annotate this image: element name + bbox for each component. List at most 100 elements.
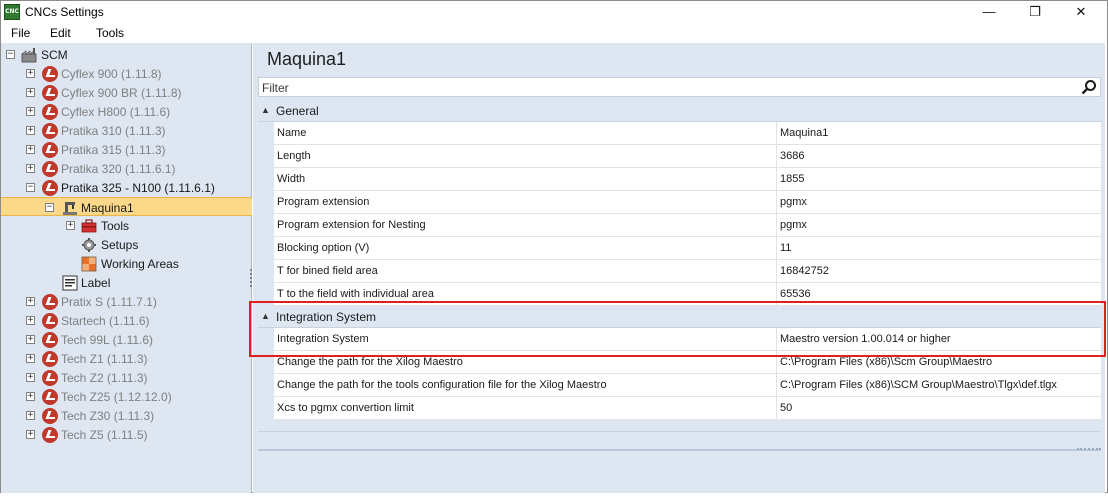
expand-icon[interactable]: + xyxy=(26,107,35,116)
expand-icon[interactable]: + xyxy=(66,221,75,230)
tree-node-machine[interactable]: + Cyflex 900 BR (1.11.8) xyxy=(1,83,252,102)
filter-box xyxy=(258,77,1101,97)
column-divider xyxy=(776,237,777,260)
tree-node-machine[interactable]: + Tech Z2 (1.11.3) xyxy=(1,368,252,387)
property-value[interactable]: pgmx xyxy=(780,196,807,208)
tree-node-machine[interactable]: + Cyflex 900 (1.11.8) xyxy=(1,64,252,83)
property-value[interactable]: Maestro version 1.00.014 or higher xyxy=(780,333,951,345)
expand-icon[interactable]: + xyxy=(26,335,35,344)
expand-icon[interactable]: + xyxy=(26,297,35,306)
property-row[interactable]: Change the path for the Xilog Maestro C:… xyxy=(274,351,1101,374)
property-value[interactable]: 1855 xyxy=(780,173,804,185)
property-value[interactable]: pgmx xyxy=(780,219,807,231)
tree-node-machine[interactable]: + Tech Z25 (1.12.12.0) xyxy=(1,387,252,406)
collapse-icon[interactable]: − xyxy=(6,50,15,59)
property-row[interactable]: T for bined field area 16842752 xyxy=(274,260,1101,283)
tree-node-machine[interactable]: + Startech (1.11.6) xyxy=(1,311,252,330)
tree-node-label: Startech (1.11.6) xyxy=(61,314,150,328)
expand-icon[interactable]: + xyxy=(26,373,35,382)
property-row[interactable]: Name Maquina1 xyxy=(274,122,1101,145)
property-row[interactable]: Program extension pgmx xyxy=(274,191,1101,214)
filter-input[interactable] xyxy=(262,80,1062,95)
minimize-button[interactable]: — xyxy=(966,1,1012,23)
property-name: Width xyxy=(277,173,306,185)
property-value[interactable]: 11 xyxy=(780,242,791,254)
tree-node-label: Tech Z30 (1.11.3) xyxy=(61,409,155,423)
property-value[interactable]: 3686 xyxy=(780,150,804,162)
tree-node-label: Tech 99L (1.11.6) xyxy=(61,333,154,347)
expand-icon[interactable]: + xyxy=(26,411,35,420)
expand-icon[interactable]: + xyxy=(26,316,35,325)
tree-node-machine[interactable]: + Tech Z30 (1.11.3) xyxy=(1,406,252,425)
tree-node-machine[interactable]: + Pratika 310 (1.11.3) xyxy=(1,121,252,140)
expand-icon[interactable]: + xyxy=(26,164,35,173)
tree-node-machine[interactable]: + Pratix S (1.11.7.1) xyxy=(1,292,252,311)
tree-node-label: Pratika 310 (1.11.3) xyxy=(61,124,166,138)
tree-node-machine[interactable]: + Cyflex H800 (1.11.6) xyxy=(1,102,252,121)
property-name: T to the field with individual area xyxy=(277,288,434,300)
property-row[interactable]: Xcs to pgmx convertion limit 50 xyxy=(274,397,1101,420)
cnc-machine-icon xyxy=(42,389,58,405)
resize-grip[interactable] xyxy=(1077,448,1101,452)
property-row[interactable]: Program extension for Nesting pgmx xyxy=(274,214,1101,237)
maximize-button[interactable]: ❐ xyxy=(1012,1,1058,23)
menu-tools[interactable]: Tools xyxy=(96,26,124,40)
close-button[interactable]: ✕ xyxy=(1058,1,1104,23)
page-title: Maquina1 xyxy=(267,49,347,69)
expand-icon[interactable]: + xyxy=(26,126,35,135)
tree-node-maquina1[interactable]: − Maquina1 xyxy=(1,197,252,216)
property-value[interactable]: Maquina1 xyxy=(780,127,828,139)
expand-icon[interactable]: + xyxy=(26,88,35,97)
expand-icon[interactable]: + xyxy=(26,145,35,154)
property-name: Change the path for the tools configurat… xyxy=(277,379,607,391)
tree-node-machine[interactable]: + Tech 99L (1.11.6) xyxy=(1,330,252,349)
property-row[interactable]: Integration System Maestro version 1.00.… xyxy=(274,328,1101,351)
collapse-icon[interactable]: − xyxy=(45,203,54,212)
property-value[interactable]: 65536 xyxy=(780,288,811,300)
property-value[interactable]: 50 xyxy=(780,402,792,414)
cnc-machine-icon xyxy=(42,66,58,82)
category-integration-system[interactable]: ▲ Integration System xyxy=(258,306,1101,328)
menu-file[interactable]: File xyxy=(11,26,30,40)
category-general[interactable]: ▲ General xyxy=(258,100,1101,122)
tree-node-setups[interactable]: Setups xyxy=(1,235,252,254)
tree-node-label-item[interactable]: Label xyxy=(1,273,252,292)
search-icon[interactable] xyxy=(1081,79,1097,95)
toolbox-icon xyxy=(81,219,97,233)
property-value[interactable]: C:\Program Files (x86)\SCM Group\Maestro… xyxy=(780,379,1057,391)
property-name: Xcs to pgmx convertion limit xyxy=(277,402,414,414)
description-splitter[interactable] xyxy=(258,449,1101,453)
expand-icon[interactable]: + xyxy=(26,69,35,78)
property-row[interactable]: Change the path for the tools configurat… xyxy=(274,374,1101,397)
tree-node-machine[interactable]: + Tech Z5 (1.11.5) xyxy=(1,425,252,444)
property-row[interactable]: Blocking option (V) 11 xyxy=(274,237,1101,260)
property-row[interactable]: Width 1855 xyxy=(274,168,1101,191)
property-row[interactable]: T to the field with individual area 6553… xyxy=(274,283,1101,306)
column-divider xyxy=(776,214,777,237)
property-value[interactable]: 16842752 xyxy=(780,265,829,277)
column-divider xyxy=(776,283,777,306)
tree-node-root[interactable]: − SCM xyxy=(1,45,252,64)
tree-node-machine[interactable]: + Pratika 320 (1.11.6.1) xyxy=(1,159,252,178)
property-row[interactable]: Length 3686 xyxy=(274,145,1101,168)
property-value[interactable]: C:\Program Files (x86)\Scm Group\Maestro xyxy=(780,356,992,368)
tree-node-working-areas[interactable]: Working Areas xyxy=(1,254,252,273)
chevron-up-icon[interactable]: ▲ xyxy=(261,311,270,321)
tree-node-machine-expanded[interactable]: − Pratika 325 - N100 (1.11.6.1) xyxy=(1,178,252,197)
machine-icon xyxy=(63,202,77,215)
expand-icon[interactable]: + xyxy=(26,430,35,439)
tree-node-label: Pratix S (1.11.7.1) xyxy=(61,295,157,309)
collapse-icon[interactable]: − xyxy=(26,183,35,192)
expand-icon[interactable]: + xyxy=(26,354,35,363)
tree-node-machine[interactable]: + Pratika 315 (1.11.3) xyxy=(1,140,252,159)
tree-node-tools[interactable]: + Tools xyxy=(1,216,252,235)
column-divider xyxy=(776,397,777,420)
tree-node-label: Working Areas xyxy=(101,257,179,271)
property-name: Change the path for the Xilog Maestro xyxy=(277,356,463,368)
column-divider xyxy=(776,145,777,168)
expand-icon[interactable]: + xyxy=(26,392,35,401)
menu-edit[interactable]: Edit xyxy=(50,26,71,40)
tree-node-machine[interactable]: + Tech Z1 (1.11.3) xyxy=(1,349,252,368)
chevron-up-icon[interactable]: ▲ xyxy=(261,105,270,115)
tree-node-label: Cyflex 900 (1.11.8) xyxy=(61,67,162,81)
